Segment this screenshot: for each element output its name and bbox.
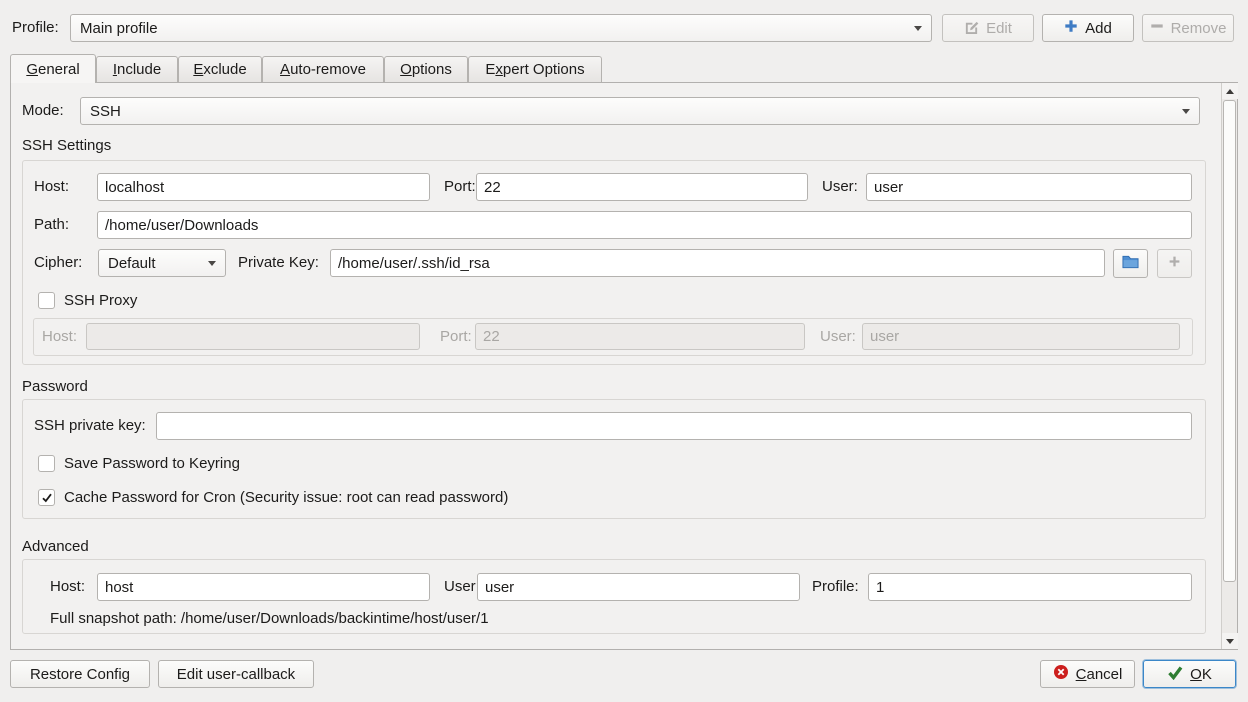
ok-button-label: OK (1190, 666, 1212, 683)
save-password-keyring-checkbox[interactable] (38, 455, 55, 472)
ssh-path-input[interactable] (97, 211, 1192, 239)
cipher-label: Cipher: (34, 249, 82, 277)
ssh-private-key-label: SSH private key: (34, 412, 146, 440)
scrollbar-thumb[interactable] (1223, 100, 1236, 582)
advanced-user-input[interactable] (477, 573, 800, 601)
proxy-host-input[interactable] (86, 323, 420, 350)
chevron-down-icon (1182, 109, 1190, 114)
private-key-label: Private Key: (238, 249, 319, 277)
edit-icon (964, 19, 979, 38)
chevron-down-icon (914, 26, 922, 31)
advanced-profile-input[interactable] (868, 573, 1192, 601)
scroll-up-button[interactable] (1222, 83, 1238, 99)
restore-config-label: Restore Config (30, 666, 130, 683)
ssh-host-label: Host: (34, 173, 69, 201)
password-title: Password (22, 377, 88, 397)
proxy-user-input[interactable] (862, 323, 1180, 350)
profile-select-value: Main profile (80, 20, 908, 37)
cancel-button[interactable]: Cancel (1040, 660, 1135, 688)
triangle-down-icon (1226, 639, 1234, 644)
edit-user-callback-label: Edit user-callback (177, 666, 295, 683)
browse-key-button[interactable] (1113, 249, 1148, 278)
cache-password-cron-label: Cache Password for Cron (Security issue:… (64, 484, 508, 512)
edit-user-callback-button[interactable]: Edit user-callback (158, 660, 314, 688)
remove-profile-button[interactable]: Remove (1142, 14, 1234, 42)
restore-config-button[interactable]: Restore Config (10, 660, 150, 688)
cancel-button-label: Cancel (1076, 666, 1123, 683)
edit-profile-button[interactable]: Edit (942, 14, 1034, 42)
cipher-select-value: Default (108, 255, 202, 272)
tab-options[interactable]: Options (384, 56, 468, 82)
advanced-host-input[interactable] (97, 573, 430, 601)
minus-icon (1150, 19, 1164, 37)
ssh-proxy-label: SSH Proxy (64, 287, 137, 315)
settings-dialog: Profile: Main profile Edit Add Remove Ge… (0, 0, 1248, 702)
chevron-down-icon (208, 261, 216, 266)
advanced-profile-label: Profile: (812, 573, 859, 601)
add-key-button[interactable] (1157, 249, 1192, 278)
tab-general[interactable]: General (10, 54, 96, 83)
ssh-settings-title: SSH Settings (22, 136, 111, 156)
mode-select-value: SSH (90, 103, 1176, 120)
add-button-label: Add (1085, 20, 1112, 37)
tab-include[interactable]: Include (96, 56, 178, 82)
mode-select[interactable]: SSH (80, 97, 1200, 125)
checkmark-icon (41, 492, 53, 504)
folder-icon (1122, 255, 1139, 273)
private-key-input[interactable] (330, 249, 1105, 277)
ssh-user-label: User: (822, 173, 858, 201)
proxy-host-label: Host: (42, 323, 77, 351)
ssh-path-label: Path: (34, 211, 69, 239)
plus-icon (1064, 19, 1078, 37)
tab-expert-options[interactable]: Expert Options (468, 56, 602, 82)
vertical-scrollbar[interactable] (1221, 83, 1237, 649)
ssh-port-label: Port: (444, 173, 476, 201)
advanced-title: Advanced (22, 537, 89, 557)
cancel-icon (1053, 664, 1069, 684)
save-password-keyring-label: Save Password to Keyring (64, 450, 240, 478)
triangle-up-icon (1226, 89, 1234, 94)
plus-icon (1168, 255, 1181, 272)
profile-select[interactable]: Main profile (70, 14, 932, 42)
ssh-user-input[interactable] (866, 173, 1192, 201)
full-snapshot-path-text: Full snapshot path: /home/user/Downloads… (50, 605, 489, 633)
ok-button[interactable]: OK (1143, 660, 1236, 688)
ssh-host-input[interactable] (97, 173, 430, 201)
proxy-port-input[interactable] (475, 323, 805, 350)
proxy-port-label: Port: (440, 323, 472, 351)
proxy-user-label: User: (820, 323, 856, 351)
profile-label: Profile: (12, 14, 59, 42)
cipher-select[interactable]: Default (98, 249, 226, 277)
advanced-user-label: User: (444, 573, 480, 601)
tab-auto-remove[interactable]: Auto-remove (262, 56, 384, 82)
ok-icon (1167, 664, 1183, 684)
cache-password-cron-checkbox[interactable] (38, 489, 55, 506)
remove-button-label: Remove (1171, 20, 1227, 37)
mode-label: Mode: (22, 97, 64, 125)
add-profile-button[interactable]: Add (1042, 14, 1134, 42)
ssh-private-key-password-input[interactable] (156, 412, 1192, 440)
advanced-host-label: Host: (50, 573, 85, 601)
scroll-down-button[interactable] (1222, 633, 1238, 649)
tab-exclude[interactable]: Exclude (178, 56, 262, 82)
ssh-port-input[interactable] (476, 173, 808, 201)
ssh-proxy-checkbox[interactable] (38, 292, 55, 309)
edit-button-label: Edit (986, 20, 1012, 37)
